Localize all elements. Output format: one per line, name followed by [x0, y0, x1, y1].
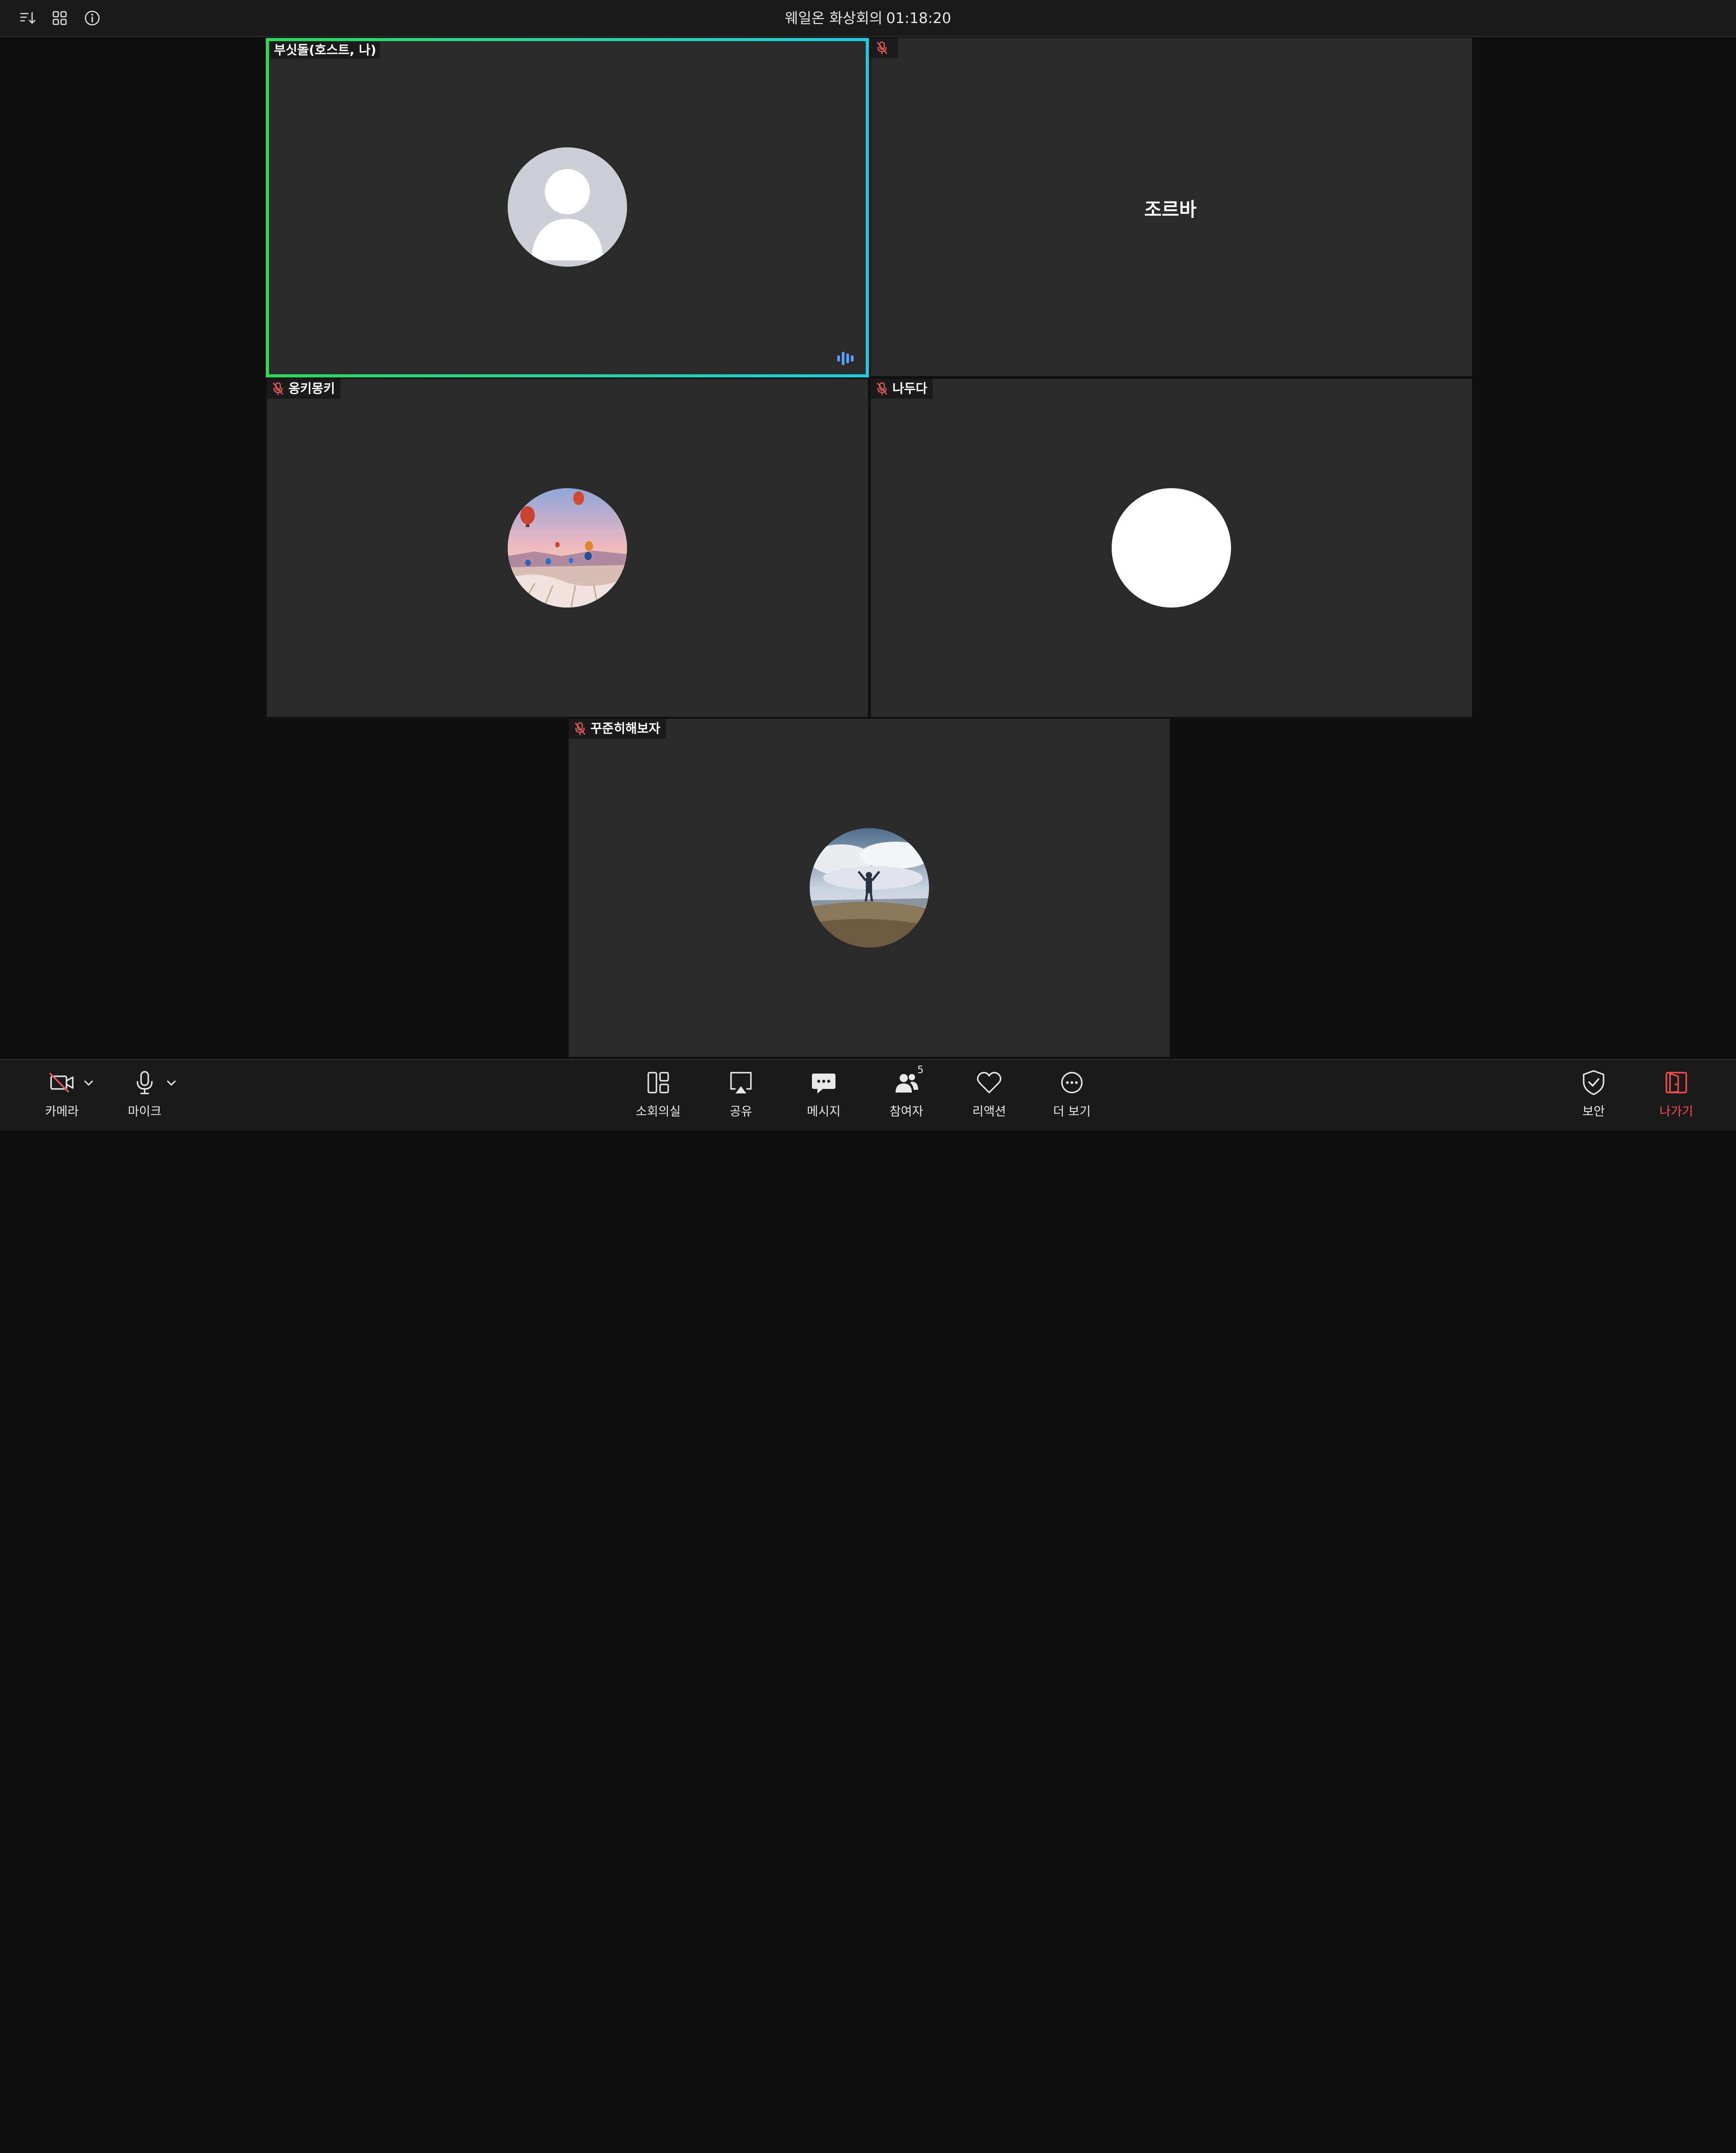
balloon-photo-avatar — [508, 488, 627, 608]
participants-count-badge: 5 — [917, 1065, 924, 1076]
mic-label: 마이크 — [127, 1105, 162, 1119]
bottom-toolbar: 카메라 마이크 소회의실 공유 메시지 5 참여자 리액션 더 보기 보안 나가… — [0, 1059, 1736, 1131]
mic-muted-icon — [272, 382, 284, 396]
heart-icon — [975, 1068, 1004, 1097]
participant-tile-zorba[interactable]: 조르바 — [871, 38, 1472, 376]
reaction-label: 리액션 — [972, 1105, 1006, 1119]
share-button[interactable]: 공유 — [707, 1068, 775, 1122]
participant-tile-nadoda[interactable]: 나두다 — [871, 379, 1472, 717]
security-label: 보안 — [1582, 1105, 1605, 1119]
message-button[interactable]: 메시지 — [790, 1068, 858, 1122]
participants-label: 참여자 — [889, 1105, 924, 1119]
more-label: 더 보기 — [1053, 1105, 1091, 1119]
camera-label: 카메라 — [45, 1105, 79, 1119]
leave-label: 나가기 — [1659, 1105, 1694, 1119]
white-avatar — [1112, 488, 1231, 608]
mic-muted-icon — [574, 721, 586, 736]
chat-icon — [809, 1068, 838, 1097]
participant-name-label: 나두다 — [871, 379, 933, 399]
camera-options-chevron-icon[interactable] — [81, 1076, 96, 1090]
meeting-name: 웨일온 화상회의 — [785, 9, 883, 27]
exit-icon — [1662, 1068, 1691, 1097]
breakout-rooms-button[interactable]: 소회의실 — [624, 1068, 692, 1122]
participant-display-name: 조르바 — [1144, 198, 1197, 221]
mic-muted-icon — [876, 382, 888, 396]
security-button[interactable]: 보안 — [1560, 1068, 1628, 1122]
more-button[interactable]: 더 보기 — [1038, 1068, 1106, 1122]
participant-tile-onkimonki[interactable]: 옹키몽키 — [267, 379, 868, 717]
active-speaker-border — [266, 38, 869, 377]
more-icon — [1057, 1068, 1086, 1097]
participants-button[interactable]: 5 참여자 — [873, 1065, 940, 1122]
mic-options-chevron-icon[interactable] — [164, 1076, 179, 1090]
message-label: 메시지 — [807, 1105, 841, 1119]
breakout-rooms-icon — [644, 1068, 673, 1097]
meeting-title: 웨일온 화상회의 01:18:20 — [0, 0, 1736, 36]
participant-tile-kkujun[interactable]: 꾸준히해보자 — [569, 719, 1170, 1057]
camera-options-chevron-down-icon[interactable] — [81, 2139, 96, 2153]
screen-share-icon — [726, 1068, 755, 1097]
participants-icon: 5 — [892, 1065, 924, 1097]
microphone-icon — [130, 1068, 159, 1097]
participant-name-label: 꾸준히해보자 — [569, 719, 666, 739]
mic-muted-icon — [876, 41, 888, 55]
top-bar: 웨일온 화상회의 01:18:20 — [0, 0, 1736, 37]
camera-off-icon — [47, 1068, 76, 1097]
reaction-button[interactable]: 리액션 — [955, 1068, 1023, 1122]
leave-button[interactable]: 나가기 — [1642, 1068, 1710, 1122]
mountain-photo-avatar — [810, 828, 929, 947]
participant-name-label — [871, 38, 898, 58]
shield-icon — [1579, 1068, 1608, 1097]
meeting-timer: 01:18:20 — [886, 9, 951, 27]
breakout-rooms-label: 소회의실 — [636, 1105, 681, 1119]
share-label: 공유 — [730, 1105, 752, 1119]
participant-name-label: 옹키몽키 — [267, 379, 341, 399]
